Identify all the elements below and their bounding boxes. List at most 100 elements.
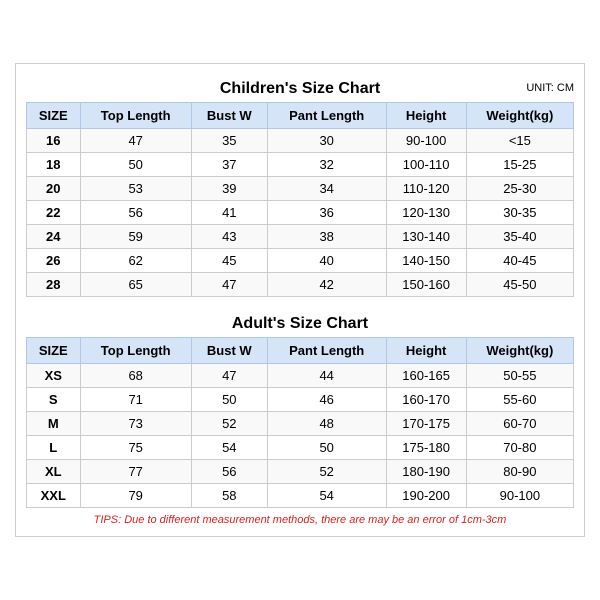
adult-col-size: SIZE (27, 338, 81, 364)
table-cell: 150-160 (386, 273, 466, 297)
table-cell: 62 (80, 249, 191, 273)
table-cell: 39 (191, 177, 267, 201)
col-weight: Weight(kg) (466, 103, 573, 129)
table-cell: 35 (191, 129, 267, 153)
table-row: XXL795854190-20090-100 (27, 484, 574, 508)
children-title-text: Children's Size Chart (220, 80, 380, 97)
table-cell: 56 (80, 201, 191, 225)
table-cell: 59 (80, 225, 191, 249)
col-pant-length: Pant Length (267, 103, 386, 129)
table-cell: 35-40 (466, 225, 573, 249)
unit-label: UNIT: CM (526, 82, 574, 94)
children-title: Children's Size Chart UNIT: CM (26, 74, 574, 102)
table-cell: 43 (191, 225, 267, 249)
table-cell: 68 (80, 364, 191, 388)
table-cell: 54 (267, 484, 386, 508)
table-cell: 34 (267, 177, 386, 201)
adult-col-top-length: Top Length (80, 338, 191, 364)
table-cell: 25-30 (466, 177, 573, 201)
table-cell: 15-25 (466, 153, 573, 177)
table-cell: 41 (191, 201, 267, 225)
table-cell: 90-100 (466, 484, 573, 508)
table-cell: 60-70 (466, 412, 573, 436)
table-cell: 48 (267, 412, 386, 436)
children-header-row: SIZE Top Length Bust W Pant Length Heigh… (27, 103, 574, 129)
table-cell: 16 (27, 129, 81, 153)
table-cell: 50-55 (466, 364, 573, 388)
adult-col-weight: Weight(kg) (466, 338, 573, 364)
table-row: XL775652180-19080-90 (27, 460, 574, 484)
table-row: 20533934110-12025-30 (27, 177, 574, 201)
table-cell: 180-190 (386, 460, 466, 484)
table-row: L755450175-18070-80 (27, 436, 574, 460)
table-cell: 71 (80, 388, 191, 412)
table-cell: 24 (27, 225, 81, 249)
table-cell: 22 (27, 201, 81, 225)
table-cell: 40 (267, 249, 386, 273)
table-cell: 28 (27, 273, 81, 297)
table-cell: 73 (80, 412, 191, 436)
adult-title: Adult's Size Chart (26, 309, 574, 337)
table-cell: 130-140 (386, 225, 466, 249)
table-row: 22564136120-13030-35 (27, 201, 574, 225)
table-cell: 54 (191, 436, 267, 460)
table-cell: 42 (267, 273, 386, 297)
table-row: 24594338130-14035-40 (27, 225, 574, 249)
table-cell: XXL (27, 484, 81, 508)
table-cell: 80-90 (466, 460, 573, 484)
table-cell: 50 (191, 388, 267, 412)
table-cell: 160-170 (386, 388, 466, 412)
table-cell: 170-175 (386, 412, 466, 436)
adult-col-height: Height (386, 338, 466, 364)
table-cell: 47 (191, 273, 267, 297)
table-cell: M (27, 412, 81, 436)
table-cell: 79 (80, 484, 191, 508)
chart-wrapper: Children's Size Chart UNIT: CM SIZE Top … (15, 63, 585, 537)
table-cell: 75 (80, 436, 191, 460)
table-cell: 120-130 (386, 201, 466, 225)
table-cell: 36 (267, 201, 386, 225)
table-cell: 110-120 (386, 177, 466, 201)
table-cell: 160-165 (386, 364, 466, 388)
table-cell: <15 (466, 129, 573, 153)
table-cell: 26 (27, 249, 81, 273)
table-cell: 175-180 (386, 436, 466, 460)
table-row: S715046160-17055-60 (27, 388, 574, 412)
table-cell: XL (27, 460, 81, 484)
table-cell: 53 (80, 177, 191, 201)
col-top-length: Top Length (80, 103, 191, 129)
table-cell: 50 (80, 153, 191, 177)
table-row: 26624540140-15040-45 (27, 249, 574, 273)
table-cell: 44 (267, 364, 386, 388)
table-cell: 18 (27, 153, 81, 177)
table-cell: 45-50 (466, 273, 573, 297)
table-cell: 37 (191, 153, 267, 177)
table-cell: 56 (191, 460, 267, 484)
table-cell: 100-110 (386, 153, 466, 177)
adult-col-pant-length: Pant Length (267, 338, 386, 364)
table-cell: L (27, 436, 81, 460)
table-row: 1647353090-100<15 (27, 129, 574, 153)
table-cell: 40-45 (466, 249, 573, 273)
table-cell: 45 (191, 249, 267, 273)
table-cell: 50 (267, 436, 386, 460)
adult-col-bust-w: Bust W (191, 338, 267, 364)
table-row: XS684744160-16550-55 (27, 364, 574, 388)
table-cell: 38 (267, 225, 386, 249)
table-row: 28654742150-16045-50 (27, 273, 574, 297)
table-row: 18503732100-11015-25 (27, 153, 574, 177)
table-cell: 55-60 (466, 388, 573, 412)
col-bust-w: Bust W (191, 103, 267, 129)
adult-title-text: Adult's Size Chart (232, 315, 368, 332)
table-cell: 30-35 (466, 201, 573, 225)
table-cell: 30 (267, 129, 386, 153)
table-cell: 140-150 (386, 249, 466, 273)
table-row: M735248170-17560-70 (27, 412, 574, 436)
table-cell: 52 (191, 412, 267, 436)
table-cell: 20 (27, 177, 81, 201)
table-cell: S (27, 388, 81, 412)
table-cell: 65 (80, 273, 191, 297)
adult-header-row: SIZE Top Length Bust W Pant Length Heigh… (27, 338, 574, 364)
table-cell: 47 (80, 129, 191, 153)
table-cell: XS (27, 364, 81, 388)
